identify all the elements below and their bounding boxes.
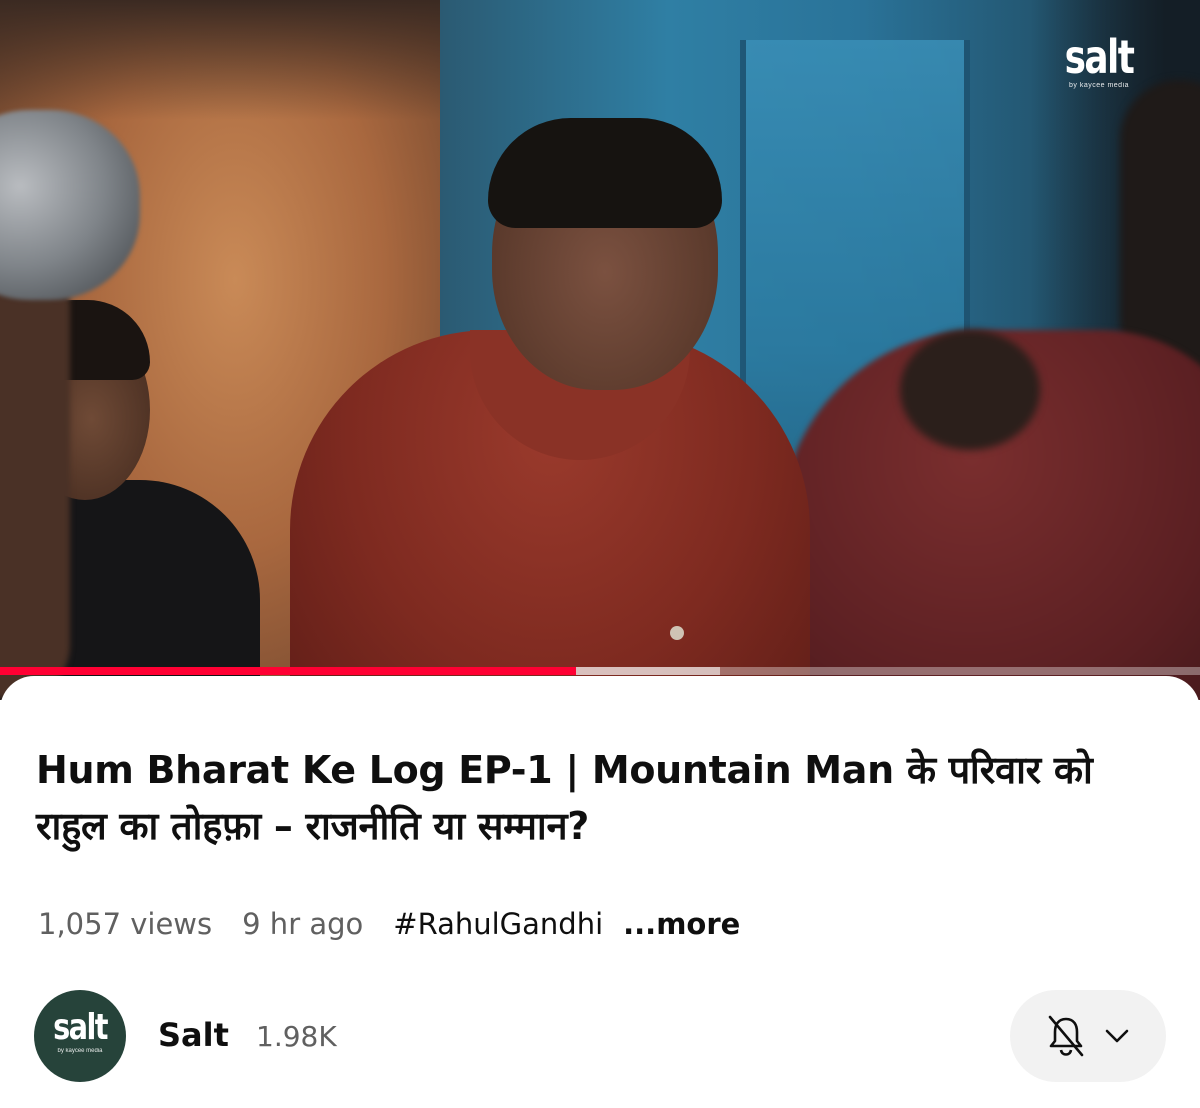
more-button[interactable]: ...more: [623, 907, 740, 941]
video-title[interactable]: Hum Bharat Ke Log EP-1 | Mountain Man के…: [36, 742, 1166, 854]
progress-played: [0, 667, 576, 675]
video-player[interactable]: salt by kaycee media: [0, 0, 1200, 700]
avatar-logo-subtitle: by kaycee media: [57, 1048, 103, 1054]
view-count: 1,057 views: [38, 907, 213, 941]
bell-off-icon: [1046, 1014, 1086, 1058]
watermark-subtitle: by kaycee media: [1068, 82, 1130, 89]
chevron-down-icon: [1104, 1028, 1130, 1044]
watermark-word: salt: [1064, 30, 1135, 84]
video-progress-bar[interactable]: [0, 667, 1200, 675]
video-metadata[interactable]: 1,057 views 9 hr ago #RahulGandhi ...mor…: [38, 902, 740, 946]
channel-avatar[interactable]: salt by kaycee media: [34, 990, 126, 1082]
hashtag-link[interactable]: #RahulGandhi: [393, 907, 603, 941]
channel-row: salt by kaycee media Salt 1.98K: [34, 990, 1166, 1082]
video-frame: [0, 0, 1200, 700]
upload-age: 9 hr ago: [242, 907, 364, 941]
channel-watermark-logo: salt by kaycee media: [1054, 34, 1144, 89]
subscriber-count: 1.98K: [256, 1020, 337, 1053]
subscribed-notifications-button[interactable]: [1010, 990, 1166, 1082]
channel-name[interactable]: Salt: [158, 1016, 229, 1054]
avatar-logo-word: salt: [53, 1007, 108, 1048]
